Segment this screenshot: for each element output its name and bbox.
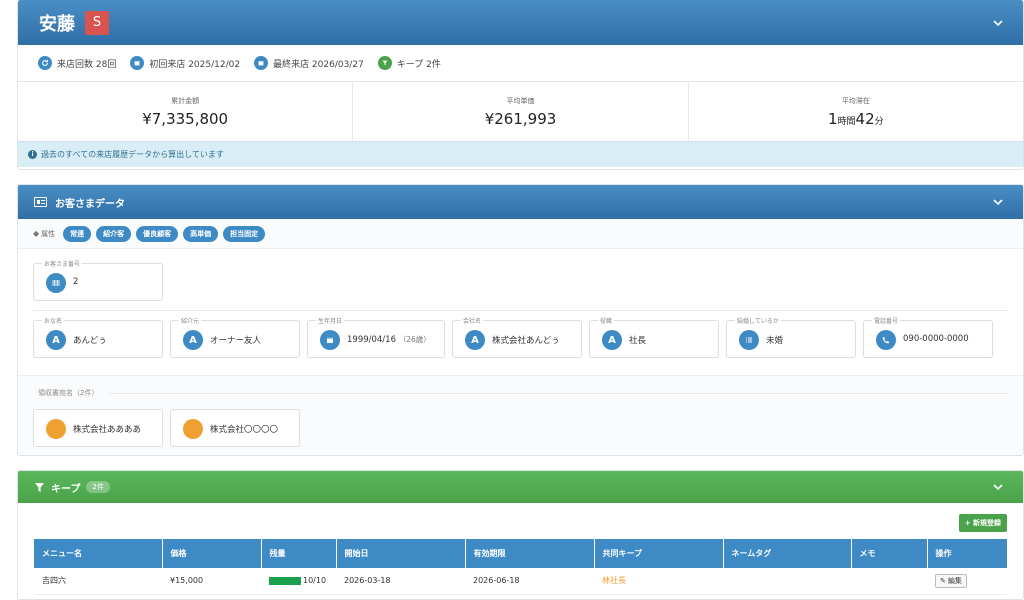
total-amount: 累計金額 ¥7,335,800 bbox=[18, 82, 354, 141]
info-icon: i bbox=[28, 150, 37, 159]
keep-header[interactable]: キープ 2件 bbox=[18, 471, 1023, 503]
list-icon bbox=[739, 330, 759, 350]
customer-summary-card: 安藤 S 来店回数 28回 初回来店 2025/12/02 最終来店 2026/… bbox=[17, 0, 1024, 170]
avatar bbox=[46, 419, 66, 439]
position-field: 役職 A 社長 bbox=[589, 316, 719, 358]
company-field: 会社名 A 株式会社あんどぅ bbox=[452, 316, 582, 358]
calendar-icon bbox=[254, 56, 269, 70]
marital-status-field: 結婚しているか 未婚 bbox=[726, 316, 856, 358]
customer-data-header[interactable]: お客さまデータ bbox=[18, 185, 1023, 219]
customer-name: 安藤 bbox=[39, 13, 75, 35]
section-title: キープ bbox=[51, 483, 81, 495]
tag-regular[interactable]: 常連 bbox=[63, 225, 92, 242]
col-memo: メモ bbox=[851, 539, 928, 568]
filter-icon bbox=[377, 56, 392, 70]
phone-field: 電話番号 090-0000-0000 bbox=[863, 316, 993, 358]
col-remaining: 残量 bbox=[261, 539, 337, 568]
chevron-down-icon[interactable] bbox=[991, 16, 1005, 30]
tag-vip[interactable]: 優良顧客 bbox=[136, 225, 179, 242]
col-action: 操作 bbox=[927, 539, 1007, 568]
receipt-name-item[interactable]: 株式会社ああああ bbox=[33, 409, 163, 447]
customer-header[interactable]: 安藤 S bbox=[18, 0, 1023, 45]
attribute-row: ◆ 属性 常連 紹介客 優良顧客 高単価 担当固定 bbox=[18, 219, 1023, 249]
customer-number-field: お客さま番号 2 bbox=[33, 259, 163, 301]
filter-icon bbox=[34, 482, 45, 493]
customer-data-card: お客さまデータ ◆ 属性 常連 紹介客 優良顧客 高単価 担当固定 お客さま番号… bbox=[17, 184, 1024, 456]
first-visit: 初回来店 2025/12/02 bbox=[130, 56, 240, 70]
chevron-down-icon[interactable] bbox=[991, 480, 1005, 494]
calendar-icon bbox=[130, 56, 145, 70]
col-menu: メニュー名 bbox=[34, 539, 163, 568]
receipt-name-item[interactable]: 株式会社〇〇〇〇 bbox=[170, 409, 300, 447]
receipt-label: 領収書宛名（2件） bbox=[38, 389, 99, 397]
visit-count: 来店回数 28回 bbox=[38, 56, 116, 70]
avatar: A bbox=[183, 330, 203, 350]
edit-button[interactable]: ✎ 編集 bbox=[935, 573, 967, 588]
avatar bbox=[183, 419, 203, 439]
barcode-icon bbox=[46, 273, 66, 293]
table-header-row: メニュー名 価格 残量 開始日 有効期限 共同キープ ネームタグ メモ 操作 bbox=[34, 539, 1007, 568]
summary-grid: 累計金額 ¥7,335,800 平均単価 ¥261,993 平均滞在 1時間42… bbox=[18, 81, 1023, 141]
refresh-icon bbox=[38, 56, 52, 70]
remaining-bar bbox=[269, 576, 301, 585]
birthday-field: 生年月日 1999/04/16 （26歳） bbox=[307, 316, 445, 358]
col-price: 価格 bbox=[162, 539, 262, 568]
rank-badge: S bbox=[85, 10, 109, 35]
avatar: A bbox=[46, 330, 66, 350]
info-note: i 過去のすべての来店履歴データから算出しています bbox=[18, 141, 1023, 167]
section-title: お客さまデータ bbox=[55, 198, 125, 210]
keep-count: キープ 2件 bbox=[377, 56, 441, 70]
avatar: A bbox=[602, 330, 622, 350]
tag-icon: ◆ bbox=[33, 229, 40, 238]
keep-count-badge: 2件 bbox=[86, 481, 110, 493]
table-row: 吉四六 ¥15,000 10/10 2026-03-18 2026-06-18 … bbox=[34, 568, 1007, 595]
tag-high-spend[interactable]: 高単価 bbox=[183, 225, 219, 242]
tag-referral[interactable]: 紹介客 bbox=[96, 225, 132, 242]
phone-icon bbox=[876, 330, 896, 350]
last-visit: 最終来店 2026/03/27 bbox=[254, 56, 364, 70]
referrer-field: 紹介元 A オーナー友人 bbox=[170, 316, 300, 358]
col-shared: 共同キープ bbox=[594, 539, 724, 568]
avatar: A bbox=[465, 330, 485, 350]
col-nametag: ネームタグ bbox=[723, 539, 852, 568]
col-start: 開始日 bbox=[336, 539, 466, 568]
average-price: 平均単価 ¥261,993 bbox=[353, 82, 689, 141]
col-expiry: 有効期限 bbox=[465, 539, 595, 568]
new-keep-button[interactable]: + 新規登録 bbox=[958, 514, 1007, 532]
chevron-down-icon[interactable] bbox=[991, 195, 1005, 209]
average-stay: 平均滞在 1時間42分 bbox=[827, 96, 884, 128]
edit-icon: ✎ bbox=[940, 576, 946, 585]
calendar-icon bbox=[320, 330, 340, 350]
visit-stats: 来店回数 28回 初回来店 2025/12/02 最終来店 2026/03/27… bbox=[18, 45, 1023, 81]
receipt-section: 領収書宛名（2件） 株式会社ああああ 株式会社〇〇〇〇 bbox=[18, 375, 1023, 455]
keep-card: キープ 2件 + 新規登録 メニュー名 価格 残量 開始日 有効期限 共同キープ… bbox=[17, 470, 1024, 600]
divider bbox=[110, 393, 1008, 394]
id-card-icon bbox=[34, 197, 47, 207]
divider bbox=[33, 310, 1008, 311]
tag-fixed-staff[interactable]: 担当固定 bbox=[223, 225, 266, 242]
keep-table: メニュー名 価格 残量 開始日 有効期限 共同キープ ネームタグ メモ 操作 吉… bbox=[34, 539, 1007, 595]
nickname-field: おな名 A あんどぅ bbox=[33, 316, 163, 358]
